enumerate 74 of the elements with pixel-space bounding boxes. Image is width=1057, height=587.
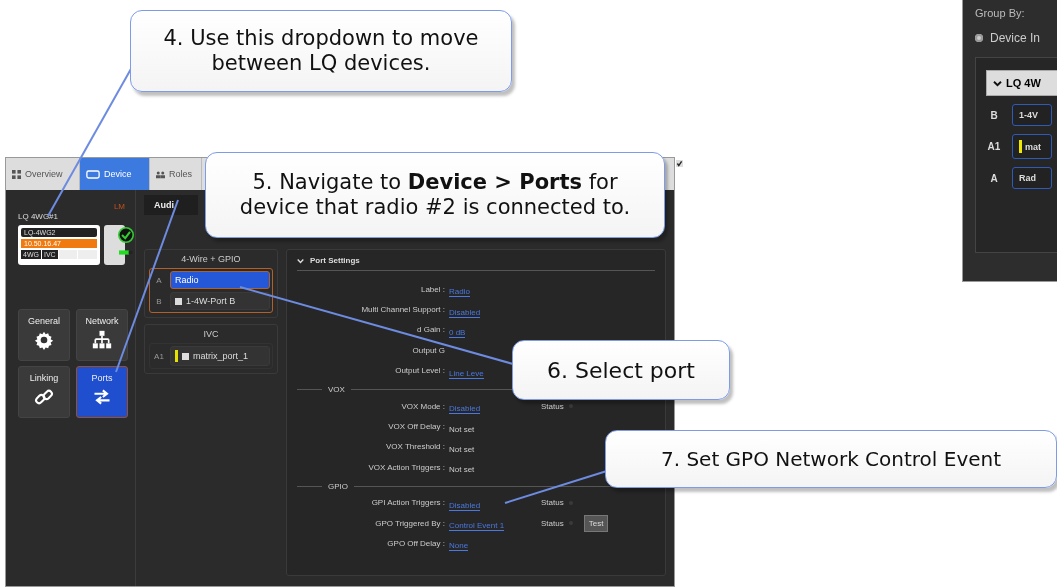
nav-tab[interactable]: Device xyxy=(80,158,150,190)
field-label: VOX Threshold : xyxy=(385,442,446,452)
test-button[interactable]: Test xyxy=(583,514,609,532)
nav-tile[interactable]: Ports xyxy=(76,366,128,418)
grid-icon xyxy=(12,169,21,179)
status-label: Status xyxy=(541,401,564,411)
field-label: d Gain : xyxy=(416,325,446,335)
port-id: A1 xyxy=(986,141,1002,152)
port-button[interactable]: matrix_port_1 xyxy=(170,346,270,366)
field-value: Not set xyxy=(449,424,475,434)
value-link[interactable]: Radio xyxy=(449,287,470,298)
value-link[interactable]: None xyxy=(449,541,469,552)
value-link[interactable]: Line Leve xyxy=(449,368,484,379)
device-icon xyxy=(86,169,100,179)
port-id: B xyxy=(155,296,163,306)
callout: 7. Set GPO Network Control Event xyxy=(605,430,1057,488)
settings-icon xyxy=(34,330,54,350)
status-label: Status xyxy=(541,498,564,508)
section-title: GPIO xyxy=(328,481,348,491)
check-icon xyxy=(118,227,134,243)
port-id: B xyxy=(989,109,999,121)
value-link[interactable]: Disabled xyxy=(449,307,481,318)
field-label: Output Level : xyxy=(394,366,446,376)
port-button[interactable]: 1-4W-Port B xyxy=(170,292,270,310)
people-icon xyxy=(156,169,165,179)
field-label: VOX Mode : xyxy=(400,401,446,411)
callout: 6. Select port xyxy=(512,340,730,400)
field-value: Not set xyxy=(449,465,475,475)
field-label: VOX Off Delay : xyxy=(387,422,446,432)
audio-ports-tab[interactable]: Audi xyxy=(144,195,198,215)
group-by-label: Group By: xyxy=(975,7,1026,19)
port-button[interactable]: 1-4V xyxy=(1012,104,1052,126)
section-title: VOX xyxy=(328,384,345,394)
lm-label: LM xyxy=(113,202,125,211)
checkbox[interactable] xyxy=(676,160,683,167)
port-id: A xyxy=(155,275,163,285)
field-label: GPO Triggered By : xyxy=(374,518,446,528)
device-dropdown[interactable]: LQ 4W xyxy=(986,70,1057,96)
field-label: GPO Off Delay : xyxy=(386,539,446,548)
field-label: VOX Action Triggers : xyxy=(367,462,446,472)
status-indicator xyxy=(568,404,573,409)
value-link[interactable]: Disabled xyxy=(449,500,481,511)
radio-button[interactable] xyxy=(975,34,983,42)
field-label: Output G xyxy=(411,345,446,355)
value-link[interactable]: Control Event 1 xyxy=(449,521,505,532)
field-label: Label : xyxy=(419,284,446,294)
callout: 4. Use this dropdown to move between LQ devices. xyxy=(130,10,512,92)
callout: 5. Navigate to Device > Ports for device that radio #2 is connected to. xyxy=(205,152,665,238)
field-value: Not set xyxy=(449,444,475,454)
field-label: Multi Channel Support : xyxy=(360,305,446,315)
radio-label[interactable]: Device In xyxy=(990,31,1041,45)
field-label: GPI Action Triggers : xyxy=(370,498,446,508)
nav-tile[interactable]: General xyxy=(18,309,70,361)
value-link[interactable]: Disabled xyxy=(449,404,481,415)
value-link[interactable]: 0 dB xyxy=(449,327,466,338)
plug-icon xyxy=(119,249,133,256)
status-label: Status xyxy=(541,518,564,528)
panel-title: Port Settings xyxy=(310,256,360,265)
group-title: 4-Wire + GPIO xyxy=(180,254,242,264)
chevron-icon xyxy=(297,257,304,264)
nav-tile[interactable]: Network xyxy=(76,309,128,361)
nav-tile[interactable]: Linking xyxy=(18,366,70,418)
chevron-icon xyxy=(993,79,1002,87)
checkbox[interactable] xyxy=(175,297,182,305)
group-title: IVC xyxy=(202,329,220,339)
port-id: A xyxy=(989,172,999,184)
network-icon xyxy=(92,330,112,350)
link-icon xyxy=(34,387,54,407)
port-id: A1 xyxy=(153,351,165,361)
port-button[interactable]: mat xyxy=(1012,134,1052,159)
device-name: LQ 4WG#1 xyxy=(18,212,58,221)
arrows-icon xyxy=(92,387,112,407)
checkbox[interactable] xyxy=(182,352,189,360)
port-button[interactable]: Rad xyxy=(1012,167,1052,189)
